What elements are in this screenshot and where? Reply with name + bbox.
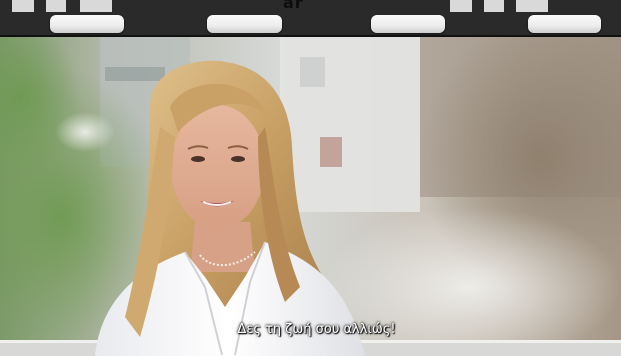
top-tile bbox=[516, 0, 548, 12]
top-tile bbox=[80, 0, 112, 12]
top-button-4[interactable] bbox=[528, 15, 601, 33]
top-button-1[interactable] bbox=[50, 15, 124, 33]
app-window: ar Δες τη ζωή σου αλλιώς! bbox=[0, 0, 621, 356]
video-subtitle: Δες τη ζωή σου αλλιώς! bbox=[237, 322, 396, 337]
top-bar: ar bbox=[0, 0, 621, 37]
top-button-2[interactable] bbox=[207, 15, 282, 33]
top-tile bbox=[46, 0, 66, 12]
video-frame bbox=[0, 37, 621, 356]
header-text-fragment: ar bbox=[283, 0, 304, 12]
top-tile bbox=[450, 0, 472, 12]
top-button-3[interactable] bbox=[371, 15, 445, 33]
top-tile bbox=[484, 0, 504, 12]
video-player[interactable]: Δες τη ζωή σου αλλιώς! bbox=[0, 37, 621, 356]
top-tile bbox=[12, 0, 34, 12]
